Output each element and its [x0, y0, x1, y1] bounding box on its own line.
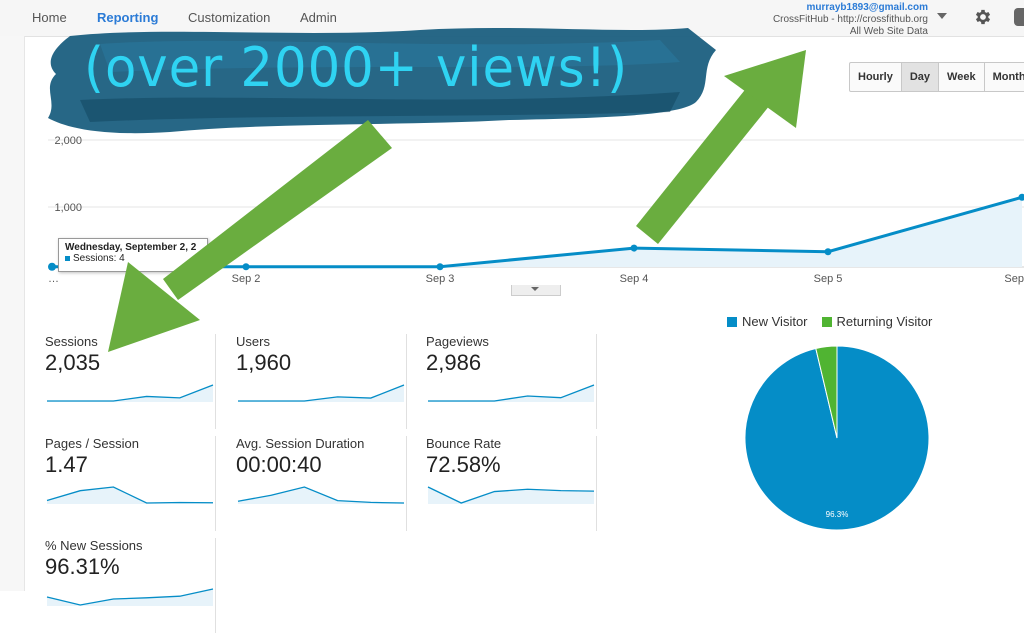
legend-item-returning-visitor[interactable]: Returning Visitor: [822, 314, 933, 329]
metric-sparkline: [45, 586, 215, 608]
x-tick-label: Sep 2: [232, 273, 261, 285]
chevron-down-icon[interactable]: [937, 13, 947, 19]
granularity-week[interactable]: Week: [939, 63, 985, 91]
metric-value: 96.31%: [45, 554, 120, 580]
y-tick-label: 1,000: [54, 202, 82, 214]
metric-label: Sessions: [45, 334, 98, 349]
metric-value: 1,960: [236, 350, 291, 376]
legend-swatch: [727, 317, 737, 327]
series-swatch: [65, 256, 70, 261]
metric-value: 2,986: [426, 350, 481, 376]
metric-label: Bounce Rate: [426, 436, 501, 451]
pie-slice-label: 96.3%: [826, 510, 849, 519]
user-icon[interactable]: [1014, 8, 1024, 26]
metric-pageviews[interactable]: Pageviews 2,986: [426, 334, 597, 429]
metric-sparkline: [236, 382, 406, 404]
data-point[interactable]: [437, 263, 444, 270]
metric-pages-per-session[interactable]: Pages / Session 1.47: [45, 436, 216, 531]
sparkline-area: [47, 385, 213, 402]
granularity-day[interactable]: Day: [902, 63, 939, 91]
metric-new-sessions[interactable]: % New Sessions 96.31%: [45, 538, 216, 633]
account-selector[interactable]: murrayb1893@gmail.com CrossFitHub - http…: [773, 2, 928, 38]
data-point[interactable]: [631, 245, 638, 252]
metric-label: % New Sessions: [45, 538, 143, 553]
sparkline-area: [428, 487, 594, 504]
x-tick-label: …: [48, 273, 59, 285]
annotation-text: (over 2000+ views!): [84, 36, 628, 99]
metric-label: Users: [236, 334, 270, 349]
metric-value: 72.58%: [426, 452, 501, 478]
metric-sessions[interactable]: Sessions 2,035: [45, 334, 216, 429]
chart-tooltip: Wednesday, September 2, 2 Sessions: 4: [58, 238, 208, 272]
legend-label: Returning Visitor: [837, 314, 933, 329]
legend-item-new-visitor[interactable]: New Visitor: [727, 314, 808, 329]
legend-label: New Visitor: [742, 314, 808, 329]
x-tick-label: Sep 5: [814, 273, 843, 285]
metric-label: Pages / Session: [45, 436, 139, 451]
x-tick-label: Sep 3: [426, 273, 455, 285]
tooltip-value: Sessions: 4: [73, 253, 125, 264]
sparkline-area: [238, 487, 404, 504]
metric-sparkline: [236, 484, 406, 506]
metric-value: 1.47: [45, 452, 88, 478]
metric-sparkline: [426, 382, 596, 404]
account-view: All Web Site Data: [773, 26, 928, 38]
metric-value: 00:00:40: [236, 452, 322, 478]
metric-bounce-rate[interactable]: Bounce Rate 72.58%: [426, 436, 597, 531]
legend-swatch: [822, 317, 832, 327]
gear-icon[interactable]: [973, 7, 993, 27]
granularity-month[interactable]: Month: [985, 63, 1024, 91]
granularity-toggle: Hourly Day Week Month: [849, 62, 1024, 92]
metric-label: Pageviews: [426, 334, 489, 349]
chart-resize-handle[interactable]: [511, 285, 561, 296]
account-email: murrayb1893@gmail.com: [773, 2, 928, 14]
metric-sparkline: [45, 382, 215, 404]
data-point[interactable]: [243, 263, 250, 270]
account-property: CrossFitHub - http://crossfithub.org: [773, 14, 928, 26]
x-tick-label: Sep: [1004, 273, 1024, 285]
granularity-hourly[interactable]: Hourly: [850, 63, 902, 91]
sparkline-area: [428, 385, 594, 402]
visitor-type-pie-chart: 96.3%: [745, 345, 935, 535]
data-point[interactable]: [825, 248, 832, 255]
metric-users[interactable]: Users 1,960: [236, 334, 407, 429]
metric-value: 2,035: [45, 350, 100, 376]
tooltip-title: Wednesday, September 2, 2: [65, 242, 201, 253]
pie-legend: New Visitor Returning Visitor: [727, 314, 932, 329]
chevron-down-icon: [531, 287, 539, 291]
metric-label: Avg. Session Duration: [236, 436, 364, 451]
metric-avg-session-duration[interactable]: Avg. Session Duration 00:00:40: [236, 436, 407, 531]
data-point[interactable]: [48, 263, 56, 271]
metric-sparkline: [426, 484, 596, 506]
metric-sparkline: [45, 484, 215, 506]
x-tick-label: Sep 4: [620, 273, 649, 285]
